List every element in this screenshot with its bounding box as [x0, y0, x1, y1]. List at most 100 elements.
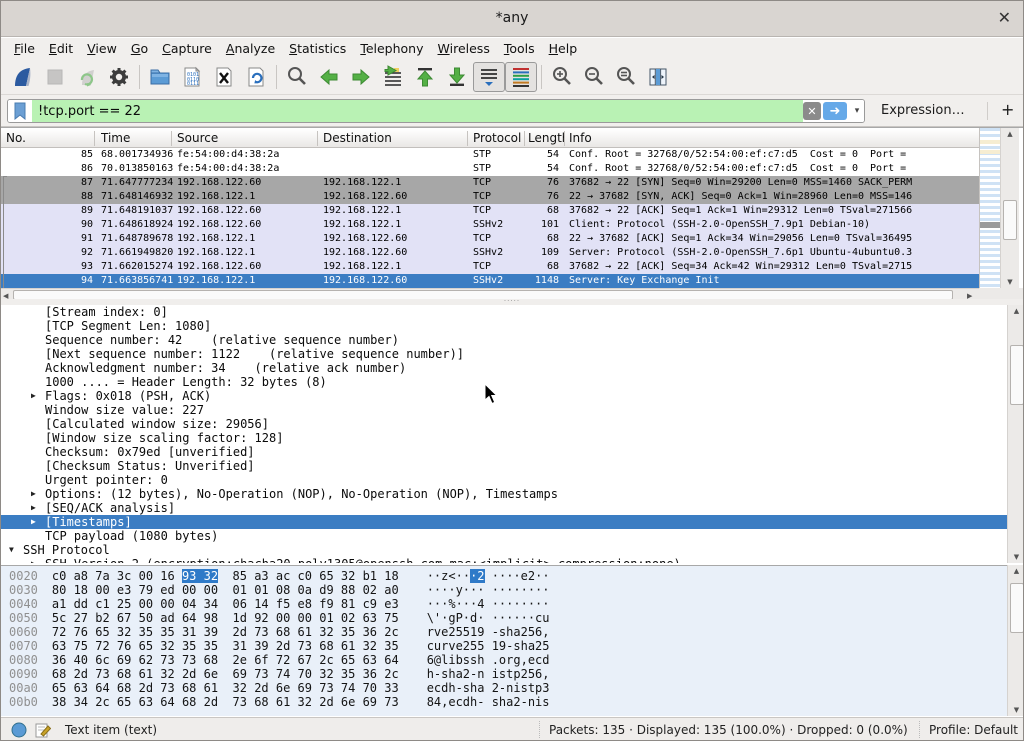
scrollbar-thumb[interactable]: [1010, 583, 1024, 633]
hex-bytes[interactable]: 63 75 72 76 65 32 35 35 31 39 2d 73 68 6…: [38, 639, 399, 653]
detail-line[interactable]: ▶Options: (12 bytes), No-Operation (NOP)…: [1, 487, 1007, 501]
expand-icon[interactable]: ▶: [31, 515, 45, 529]
menu-tools[interactable]: Tools: [497, 38, 542, 59]
hex-row-0030[interactable]: 003080 18 00 e3 79 ed 00 00 01 01 08 0a …: [1, 583, 1007, 597]
scroll-up-icon[interactable]: ▲: [1008, 307, 1024, 315]
filter-history-chevron-icon[interactable]: ▾: [850, 100, 864, 122]
expand-icon[interactable]: ▶: [31, 389, 45, 403]
auto-scroll-button[interactable]: [473, 62, 505, 92]
menu-statistics[interactable]: Statistics: [282, 38, 353, 59]
start-capture-button[interactable]: [7, 62, 39, 92]
menu-telephony[interactable]: Telephony: [353, 38, 430, 59]
hex-bytes[interactable]: 36 40 6c 69 62 73 73 68 2e 6f 72 67 2c 6…: [38, 653, 399, 667]
resize-columns-button[interactable]: [642, 62, 674, 92]
menu-wireless[interactable]: Wireless: [431, 38, 497, 59]
stop-capture-button[interactable]: [39, 62, 71, 92]
go-to-bottom-button[interactable]: [441, 62, 473, 92]
ascii-bytes[interactable]: ··z<···2 ····e2··: [399, 569, 550, 583]
packet-row-86[interactable]: 8670.013850163fe:54:00:d4:38:2aSTP54Conf…: [1, 162, 979, 176]
details-vscrollbar[interactable]: ▲ ▼: [1007, 305, 1024, 563]
detail-line[interactable]: [Next sequence number: 1122 (relative se…: [1, 347, 1007, 361]
detail-line[interactable]: [TCP Segment Len: 1080]: [1, 319, 1007, 333]
packet-row-94[interactable]: 9471.663856741192.168.122.1192.168.122.6…: [1, 274, 979, 288]
hex-bytes[interactable]: 68 2d 73 68 61 32 2d 6e 69 73 74 70 32 3…: [38, 667, 399, 681]
collapse-icon[interactable]: ▼: [9, 543, 23, 557]
detail-line[interactable]: 1000 .... = Header Length: 32 bytes (8): [1, 375, 1007, 389]
zoom-in-button[interactable]: [546, 62, 578, 92]
ascii-bytes[interactable]: h-sha2-n istp256,: [399, 667, 550, 681]
detail-line[interactable]: TCP payload (1080 bytes): [1, 529, 1007, 543]
restart-capture-button[interactable]: [71, 62, 103, 92]
clear-filter-icon[interactable]: ✕: [803, 102, 821, 120]
display-filter-field[interactable]: !tcp.port == 22 ✕ ➜ ▾: [7, 99, 865, 123]
open-file-button[interactable]: [144, 62, 176, 92]
column-divider[interactable]: [94, 131, 95, 146]
go-to-packet-button[interactable]: [377, 62, 409, 92]
menu-edit[interactable]: Edit: [42, 38, 80, 59]
filter-bookmark-icon[interactable]: [8, 100, 32, 122]
column-header-length[interactable]: Length: [528, 131, 564, 145]
column-header-no[interactable]: No.: [6, 131, 26, 145]
packet-row-90[interactable]: 9071.648618924192.168.122.60192.168.122.…: [1, 218, 979, 232]
expand-icon[interactable]: ▶: [31, 501, 45, 515]
detail-line[interactable]: Window size value: 227: [1, 403, 1007, 417]
hex-row-0040[interactable]: 0040a1 dd c1 25 00 00 04 34 06 14 f5 e8 …: [1, 597, 1007, 611]
scroll-down-icon[interactable]: ▼: [1008, 553, 1024, 561]
menu-view[interactable]: View: [80, 38, 124, 59]
find-packet-button[interactable]: [281, 62, 313, 92]
hex-row-0060[interactable]: 006072 76 65 32 35 35 31 39 2d 73 68 61 …: [1, 625, 1007, 639]
reload-file-button[interactable]: [240, 62, 272, 92]
zoom-out-button[interactable]: [578, 62, 610, 92]
column-header-time[interactable]: Time: [101, 131, 130, 145]
profile-status[interactable]: Profile: Default: [929, 723, 1018, 737]
detail-line[interactable]: Sequence number: 42 (relative sequence n…: [1, 333, 1007, 347]
scroll-down-icon[interactable]: ▼: [1008, 706, 1024, 714]
close-file-button[interactable]: [208, 62, 240, 92]
close-icon[interactable]: ✕: [998, 9, 1011, 27]
hex-row-00a0[interactable]: 00a065 63 64 68 2d 73 68 61 32 2d 6e 69 …: [1, 681, 1007, 695]
intelligent-scrollbar-minimap[interactable]: [979, 128, 1000, 288]
menu-capture[interactable]: Capture: [155, 38, 219, 59]
colorize-button[interactable]: [505, 62, 537, 92]
detail-line[interactable]: Checksum: 0x79ed [unverified]: [1, 445, 1007, 459]
expert-info-icon[interactable]: [11, 722, 27, 741]
column-divider[interactable]: [564, 131, 565, 146]
ascii-bytes[interactable]: rve25519 -sha256,: [399, 625, 550, 639]
detail-line[interactable]: [Checksum Status: Unverified]: [1, 459, 1007, 473]
column-divider[interactable]: [317, 131, 318, 146]
hex-bytes[interactable]: c0 a8 7a 3c 00 16 93 32 85 a3 ac c0 65 3…: [38, 569, 399, 583]
detail-line[interactable]: Acknowledgment number: 34 (relative ack …: [1, 361, 1007, 375]
hex-bytes[interactable]: 5c 27 b2 67 50 ad 64 98 1d 92 00 00 01 0…: [38, 611, 399, 625]
zoom-original-button[interactable]: [610, 62, 642, 92]
hex-row-0050[interactable]: 00505c 27 b2 67 50 ad 64 98 1d 92 00 00 …: [1, 611, 1007, 625]
detail-line[interactable]: ▼SSH Protocol: [1, 543, 1007, 557]
detail-line[interactable]: [Stream index: 0]: [1, 305, 1007, 319]
hex-row-0080[interactable]: 008036 40 6c 69 62 73 73 68 2e 6f 72 67 …: [1, 653, 1007, 667]
detail-line[interactable]: ▶Flags: 0x018 (PSH, ACK): [1, 389, 1007, 403]
hex-row-0090[interactable]: 009068 2d 73 68 61 32 2d 6e 69 73 74 70 …: [1, 667, 1007, 681]
column-header-info[interactable]: Info: [569, 131, 592, 145]
detail-line[interactable]: ▶[Timestamps]: [1, 515, 1007, 529]
menu-help[interactable]: Help: [542, 38, 585, 59]
column-divider[interactable]: [467, 131, 468, 146]
go-back-button[interactable]: [313, 62, 345, 92]
detail-line[interactable]: [Window size scaling factor: 128]: [1, 431, 1007, 445]
scroll-up-icon[interactable]: ▲: [1001, 130, 1019, 138]
packet-row-92[interactable]: 9271.661949820192.168.122.1192.168.122.6…: [1, 246, 979, 260]
column-divider[interactable]: [524, 131, 525, 146]
capture-options-button[interactable]: [103, 62, 135, 92]
column-header-protocol[interactable]: Protocol: [473, 131, 521, 145]
hex-row-0020[interactable]: 0020c0 a8 7a 3c 00 16 93 32 85 a3 ac c0 …: [1, 569, 1007, 583]
go-forward-button[interactable]: [345, 62, 377, 92]
display-filter-input[interactable]: !tcp.port == 22: [32, 100, 803, 122]
detail-line[interactable]: [Calculated window size: 29056]: [1, 417, 1007, 431]
packet-row-93[interactable]: 9371.662015274192.168.122.60192.168.122.…: [1, 260, 979, 274]
apply-filter-icon[interactable]: ➜: [823, 102, 847, 120]
ascii-bytes[interactable]: curve255 19-sha25: [399, 639, 550, 653]
scrollbar-thumb[interactable]: [1003, 200, 1017, 240]
detail-line[interactable]: ▶[SEQ/ACK analysis]: [1, 501, 1007, 515]
detail-line[interactable]: ▶SSH Version 2 (encryption:chacha20-poly…: [1, 557, 1007, 563]
column-header-source[interactable]: Source: [177, 131, 218, 145]
expression-button[interactable]: Expression…: [881, 103, 965, 118]
ascii-bytes[interactable]: 6@libssh .org,ecd: [399, 653, 550, 667]
